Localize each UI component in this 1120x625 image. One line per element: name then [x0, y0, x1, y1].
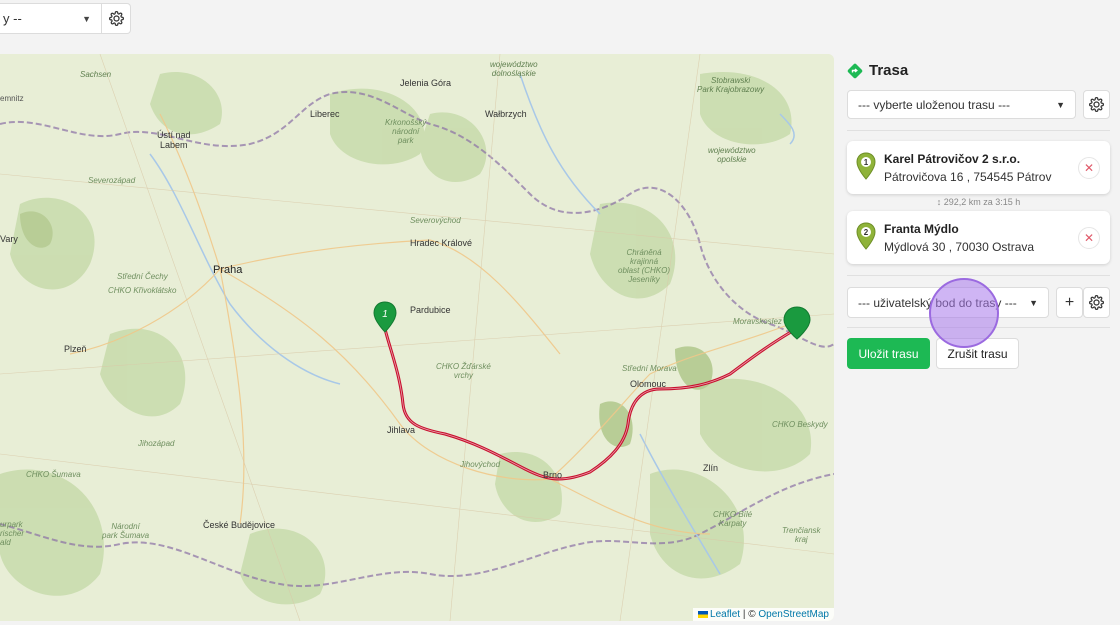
stop-name: Franta Mýdlo: [884, 222, 959, 236]
map-label: Chráněná krajinná oblast (CHKO) Jeseníky: [618, 248, 671, 284]
caret-down-icon: ▼: [82, 13, 91, 24]
stop-index: 1: [864, 158, 869, 167]
marker-label: 1: [382, 309, 388, 320]
divider: [847, 130, 1110, 131]
map-label: Praha: [213, 264, 243, 276]
save-route-button[interactable]: Uložit trasu: [847, 338, 930, 369]
map-label: Vary: [0, 234, 18, 244]
map-label: Brno: [543, 470, 563, 480]
map-label: urpark rischer ald: [0, 520, 25, 547]
map-label: Severovýchod: [410, 216, 461, 225]
map-label: CHKO Šumava: [26, 470, 81, 479]
map-label: Olomouc: [630, 379, 667, 389]
divider: [847, 275, 1110, 276]
map-label: Jihovýchod: [460, 460, 501, 469]
close-icon: ✕: [1083, 161, 1095, 175]
map-label: Stobrawski Park Krajobrazowy: [697, 76, 765, 94]
map-label: Moravskoslez: [733, 317, 782, 326]
map-label: Liberec: [310, 109, 340, 119]
filter-select[interactable]: y -- ▼: [0, 3, 102, 34]
map-attribution: Leaflet | © OpenStreetMap: [693, 608, 834, 621]
route-start-marker[interactable]: 1: [373, 301, 397, 338]
route-end-marker[interactable]: [783, 306, 811, 345]
map-label: województwo dolnośląskie: [490, 60, 538, 78]
route-diamond-icon: [847, 63, 863, 78]
plus-icon: +: [1064, 293, 1075, 311]
map-label: CHKO Žďárské vrchy: [436, 362, 491, 380]
route-settings-button[interactable]: [1083, 90, 1110, 119]
route-distance: ↕ 292,2 km za 3:15 h: [936, 197, 1021, 207]
map-label: Národní park Šumava: [102, 522, 150, 540]
caret-down-icon: ▼: [1056, 99, 1065, 110]
map-label: Severozápad: [88, 176, 136, 185]
map-label: CHKO Bílé Karpaty: [713, 510, 753, 528]
saved-route-select[interactable]: --- vyberte uloženou trasu --- ▼: [847, 90, 1076, 119]
stop-index: 2: [864, 228, 869, 237]
map-label: emnitz: [0, 94, 24, 103]
page-title: Trasa: [869, 62, 909, 79]
map-label: Pardubice: [410, 305, 451, 315]
point-settings-button[interactable]: [1083, 287, 1110, 318]
map-label: Wałbrzych: [485, 109, 527, 119]
route-map[interactable]: Sachsen emnitz Jelenia Góra województwo …: [0, 54, 834, 621]
remove-stop-button[interactable]: ✕: [1078, 157, 1100, 179]
map-label: České Budějovice: [203, 520, 276, 530]
gear-icon: [1089, 295, 1104, 310]
remove-stop-button[interactable]: ✕: [1078, 227, 1100, 249]
map-pin-icon: 1: [856, 152, 876, 180]
route-panel-title: Trasa: [847, 62, 908, 79]
add-point-button[interactable]: +: [1056, 287, 1083, 318]
map-label: Jihozápad: [138, 439, 175, 448]
toolbar-settings-button[interactable]: [102, 3, 131, 34]
map-pin-icon: 2: [856, 222, 876, 250]
map-pin-icon: [783, 306, 811, 340]
saved-route-select-value: --- vyberte uloženou trasu ---: [858, 97, 1011, 112]
attribution-separator: | ©: [740, 609, 759, 620]
stop-address: Pátrovičova 16 , 754545 Pátrov: [884, 170, 1052, 184]
openstreetmap-link[interactable]: OpenStreetMap: [758, 609, 829, 620]
gear-icon: [1089, 97, 1104, 112]
map-label: CHKO Křivoklátsko: [108, 286, 177, 295]
close-icon: ✕: [1083, 231, 1095, 245]
map-label: Jelenia Góra: [400, 78, 452, 88]
map-label: Ústí nad Labem: [157, 130, 191, 150]
stop-name: Karel Pátrovičov 2 s.r.o.: [884, 152, 1021, 166]
map-label: Trenčiansk kraj: [782, 526, 821, 544]
map-label: Sachsen: [80, 70, 112, 79]
map-label: Zlín: [703, 463, 719, 473]
map-label: województwo opolskie: [708, 146, 756, 164]
filter-select-value: y --: [3, 11, 22, 26]
map-label: Plzeň: [64, 344, 87, 354]
map-label: Krkonošský národní park: [385, 118, 427, 145]
click-indicator: [929, 278, 999, 348]
gear-icon: [108, 11, 124, 26]
route-stop-card[interactable]: 1 Karel Pátrovičov 2 s.r.o. Pátrovičova …: [847, 141, 1110, 194]
map-label: CHKO Beskydy: [772, 420, 828, 429]
route-stop-card[interactable]: 2 Franta Mýdlo Mýdlová 30 , 70030 Ostrav…: [847, 211, 1110, 264]
map-pin-icon: 1: [373, 301, 397, 333]
leaflet-link[interactable]: Leaflet: [710, 609, 740, 620]
map-label: Hradec Králové: [410, 238, 473, 248]
map-label: Jihlava: [387, 425, 416, 435]
caret-down-icon: ▼: [1029, 297, 1038, 308]
map-label: Střední Morava: [622, 364, 677, 373]
stop-address: Mýdlová 30 , 70030 Ostrava: [884, 240, 1035, 254]
ukraine-flag-icon: [698, 610, 709, 618]
map-label: Střední Čechy: [117, 272, 168, 281]
